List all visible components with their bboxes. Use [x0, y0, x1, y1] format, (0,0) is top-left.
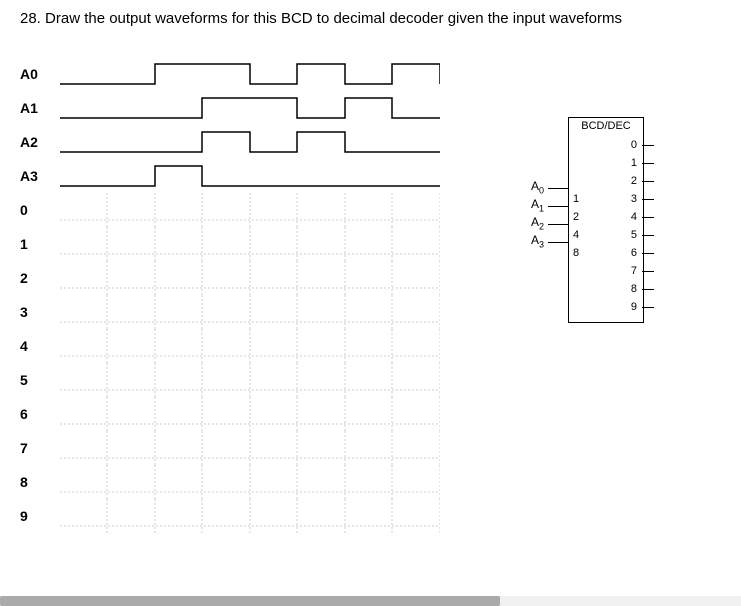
row-label: A1: [20, 100, 60, 116]
decoder-input-a0: A0: [520, 177, 568, 195]
decoder-output-3: 3: [605, 190, 641, 208]
decoder-output-0: 0: [605, 136, 641, 154]
decoder-output-5: 5: [605, 226, 641, 244]
waveform-blank: [60, 363, 440, 397]
question-text: 28. Draw the output waveforms for this B…: [20, 10, 721, 27]
decoder-output-7: 7: [605, 262, 641, 280]
waveform-blank: [60, 499, 440, 533]
row-label: 9: [20, 508, 60, 524]
decoder-weight-8: 8: [569, 244, 605, 262]
waveform-a0: [60, 57, 440, 91]
signal-row-7: 7: [20, 431, 490, 465]
decoder-output-4: 4: [605, 208, 641, 226]
signal-row-a0: A0: [20, 57, 490, 91]
row-label: 8: [20, 474, 60, 490]
waveform-blank: [60, 431, 440, 465]
row-label: A2: [20, 134, 60, 150]
row-label: 4: [20, 338, 60, 354]
waveform-a1: [60, 91, 440, 125]
row-label: 7: [20, 440, 60, 456]
waveform-a2: [60, 125, 440, 159]
signal-row-9: 9: [20, 499, 490, 533]
row-label: A0: [20, 66, 60, 82]
signal-row-a2: A2: [20, 125, 490, 159]
row-label: A3: [20, 168, 60, 184]
waveform-a3: [60, 159, 440, 193]
signal-row-a3: A3: [20, 159, 490, 193]
signal-row-2: 2: [20, 261, 490, 295]
decoder-input-a2: A2: [520, 213, 568, 231]
row-label: 2: [20, 270, 60, 286]
decoder-input-a1: A1: [520, 195, 568, 213]
decoder-weight-1: 1: [569, 190, 605, 208]
row-label: 1: [20, 236, 60, 252]
waveform-blank: [60, 227, 440, 261]
decoder-input-a3: A3: [520, 231, 568, 249]
decoder-output-9: 9: [605, 298, 641, 316]
waveform-blank: [60, 329, 440, 363]
timing-diagram: A0 A1 A2 A3: [20, 57, 490, 533]
decoder-weight-2: 2: [569, 208, 605, 226]
horizontal-scrollbar[interactable]: [0, 596, 741, 606]
signal-row-0: 0: [20, 193, 490, 227]
decoder-symbol: A0 A1 A2 A3 BCD/DEC 1 2 4 8 0 1: [520, 117, 644, 323]
waveform-blank: [60, 295, 440, 329]
content-area: A0 A1 A2 A3: [20, 57, 721, 533]
signal-row-a1: A1: [20, 91, 490, 125]
decoder-output-1: 1: [605, 154, 641, 172]
waveform-blank: [60, 261, 440, 295]
decoder-output-6: 6: [605, 244, 641, 262]
signal-row-4: 4: [20, 329, 490, 363]
waveform-blank: [60, 397, 440, 431]
waveform-blank: [60, 193, 440, 227]
decoder-weight-4: 4: [569, 226, 605, 244]
scrollbar-thumb[interactable]: [0, 596, 500, 606]
signal-row-5: 5: [20, 363, 490, 397]
waveform-blank: [60, 465, 440, 499]
decoder-output-2: 2: [605, 172, 641, 190]
row-label: 0: [20, 202, 60, 218]
signal-row-8: 8: [20, 465, 490, 499]
decoder-box: BCD/DEC 1 2 4 8 0 1 2 3 4 5: [568, 117, 644, 323]
row-label: 5: [20, 372, 60, 388]
signal-row-1: 1: [20, 227, 490, 261]
decoder-title: BCD/DEC: [569, 118, 643, 134]
row-label: 6: [20, 406, 60, 422]
signal-row-6: 6: [20, 397, 490, 431]
signal-row-3: 3: [20, 295, 490, 329]
decoder-output-8: 8: [605, 280, 641, 298]
row-label: 3: [20, 304, 60, 320]
